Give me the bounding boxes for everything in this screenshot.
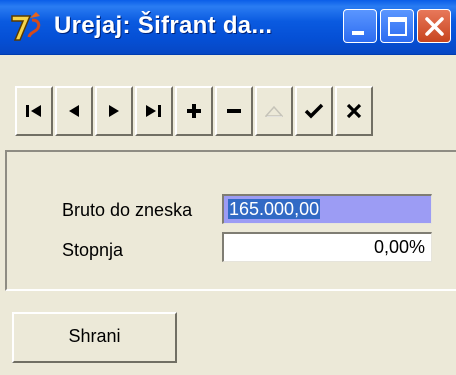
maximize-button[interactable] — [380, 9, 414, 43]
last-icon — [146, 105, 161, 117]
edit-panel: Bruto do zneska 165.000,00 Stopnja 0,00% — [5, 150, 456, 291]
minimize-button[interactable] — [343, 9, 377, 43]
delete-record-button[interactable] — [215, 86, 253, 136]
check-icon — [304, 103, 324, 119]
cancel-record-button[interactable] — [335, 86, 373, 136]
maximize-icon — [388, 17, 407, 36]
bruto-value: 165.000,00 — [228, 199, 321, 219]
stopnja-input[interactable]: 0,00% — [222, 232, 432, 262]
next-icon — [109, 105, 119, 117]
edit-record-button[interactable] — [255, 86, 293, 136]
close-icon — [425, 17, 444, 36]
title-bar[interactable]: Urejaj: Šifrant da... — [0, 0, 456, 55]
next-record-button[interactable] — [95, 86, 133, 136]
cross-icon — [346, 103, 362, 119]
save-button[interactable]: Shrani — [12, 312, 177, 363]
first-icon — [26, 105, 41, 117]
stopnja-value: 0,00% — [373, 237, 425, 257]
window-title: Urejaj: Šifrant da... — [54, 12, 273, 39]
edit-window: Urejaj: Šifrant da... Bruto do zneska 16… — [0, 0, 456, 375]
minimize-icon — [352, 31, 364, 35]
insert-record-button[interactable] — [175, 86, 213, 136]
last-record-button[interactable] — [135, 86, 173, 136]
record-navigator — [15, 86, 456, 136]
app-icon — [11, 12, 41, 41]
bruto-input[interactable]: 165.000,00 — [222, 194, 432, 224]
prior-record-button[interactable] — [55, 86, 93, 136]
triangle-up-icon — [265, 105, 283, 117]
close-button[interactable] — [417, 9, 451, 43]
post-record-button[interactable] — [295, 86, 333, 136]
plus-icon — [187, 104, 201, 118]
stopnja-label: Stopnja — [62, 240, 124, 260]
bruto-label: Bruto do zneska — [62, 200, 193, 220]
prior-icon — [69, 105, 79, 117]
minus-icon — [227, 109, 241, 113]
first-record-button[interactable] — [15, 86, 53, 136]
